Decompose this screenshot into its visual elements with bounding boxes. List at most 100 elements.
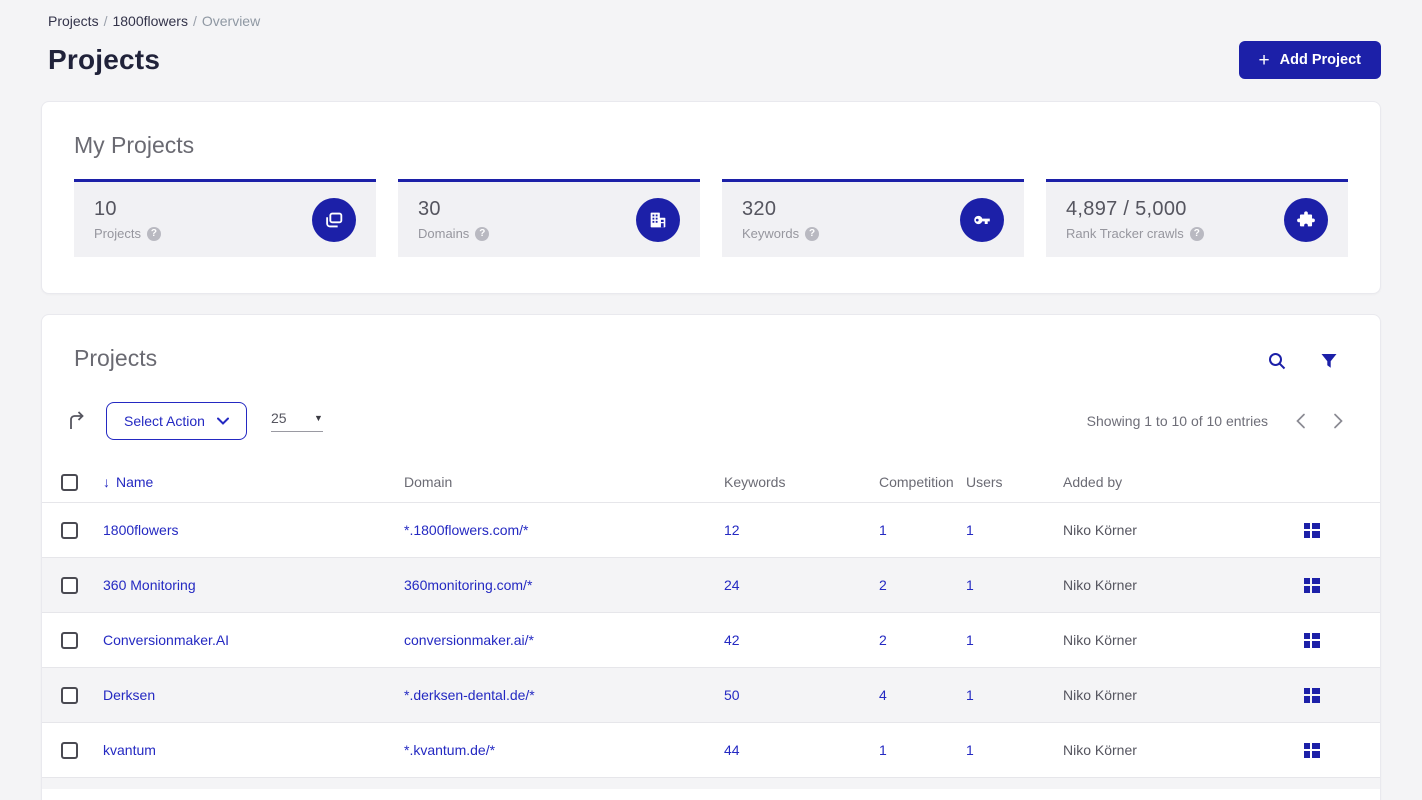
search-icon[interactable]: [1267, 351, 1287, 371]
help-icon[interactable]: ?: [475, 226, 490, 241]
competition-count-link[interactable]: 2: [879, 577, 887, 593]
stat-rank-tracker-label: Rank Tracker crawls: [1066, 226, 1184, 241]
add-project-button[interactable]: + Add Project: [1238, 41, 1381, 79]
keywords-count-link[interactable]: 12: [724, 522, 740, 538]
dashboard-grid-icon[interactable]: [1304, 632, 1320, 648]
column-header-domain[interactable]: Domain: [404, 474, 724, 490]
keywords-count-link[interactable]: 50: [724, 687, 740, 703]
help-icon[interactable]: ?: [1189, 226, 1204, 241]
page: Projects/1800flowers / Overview Projects +…: [0, 0, 1422, 800]
added-by-cell: Niko Körner: [1063, 632, 1137, 648]
table-row: [42, 777, 1380, 789]
dashboard-grid-icon[interactable]: [1304, 687, 1320, 703]
breadcrumb-separator: /: [192, 13, 197, 29]
row-checkbox[interactable]: [61, 741, 78, 759]
row-checkbox[interactable]: [61, 576, 78, 594]
stat-domains-value: 30: [418, 198, 441, 220]
stat-rank-tracker: 4,897 / 5,000 Rank Tracker crawls ?: [1046, 179, 1348, 257]
pagination-next-icon[interactable]: [1333, 413, 1344, 429]
puzzle-icon: [1284, 197, 1328, 242]
column-header-keywords[interactable]: Keywords: [724, 474, 879, 490]
projects-copy-icon: [312, 197, 356, 242]
help-icon[interactable]: ?: [805, 226, 820, 241]
project-name-link[interactable]: 360 Monitoring: [103, 577, 196, 593]
table-row: Conversionmaker.AI conversionmaker.ai/* …: [42, 612, 1380, 667]
project-name-link[interactable]: 1800flowers: [103, 522, 179, 538]
stat-keywords: 320 Keywords ?: [722, 179, 1024, 257]
pagination-prev-icon[interactable]: [1295, 413, 1306, 429]
breadcrumb-1800flowers[interactable]: 1800flowers: [112, 13, 188, 29]
chevron-down-icon: [216, 417, 229, 425]
breadcrumb-projects[interactable]: Projects: [48, 13, 99, 29]
project-name-link[interactable]: kvantum: [103, 742, 156, 758]
export-icon[interactable]: [66, 410, 88, 432]
added-by-cell: Niko Körner: [1063, 742, 1137, 758]
select-all-checkbox[interactable]: [61, 473, 78, 491]
select-action-label: Select Action: [124, 413, 205, 429]
stat-projects-value: 10: [94, 198, 117, 220]
stat-projects: 10 Projects ?: [74, 179, 376, 257]
users-count-link[interactable]: 1: [966, 522, 974, 538]
projects-table-title: Projects: [74, 345, 158, 371]
page-size-select[interactable]: 25 ▼: [270, 410, 323, 432]
stat-keywords-value: 320: [742, 198, 777, 220]
projects-table-card: Projects Select Action 25 ▼ Showing 1 to…: [41, 314, 1381, 800]
stat-rank-tracker-value: 4,897 / 5,000: [1066, 198, 1187, 220]
column-header-users[interactable]: Users: [966, 474, 1063, 490]
table-row: Derksen *.derksen-dental.de/* 50 4 1 Nik…: [42, 667, 1380, 722]
keywords-count-link[interactable]: 44: [724, 742, 740, 758]
users-count-link[interactable]: 1: [966, 742, 974, 758]
project-domain-link[interactable]: *.1800flowers.com/*: [404, 522, 529, 538]
table-row: 360 Monitoring 360monitoring.com/* 24 2 …: [42, 557, 1380, 612]
project-domain-link[interactable]: conversionmaker.ai/*: [404, 632, 534, 648]
project-name-link[interactable]: Derksen: [103, 687, 155, 703]
column-header-competition[interactable]: Competition: [879, 474, 966, 490]
dashboard-grid-icon[interactable]: [1304, 742, 1320, 758]
project-domain-link[interactable]: *.kvantum.de/*: [404, 742, 495, 758]
column-header-added-by[interactable]: Added by: [1063, 474, 1263, 490]
dashboard-grid-icon[interactable]: [1304, 577, 1320, 593]
added-by-cell: Niko Körner: [1063, 687, 1137, 703]
stat-domains: 30 Domains ?: [398, 179, 700, 257]
row-checkbox[interactable]: [61, 686, 78, 704]
dashboard-grid-icon[interactable]: [1304, 522, 1320, 538]
competition-count-link[interactable]: 4: [879, 687, 887, 703]
competition-count-link[interactable]: 2: [879, 632, 887, 648]
project-name-link[interactable]: Conversionmaker.AI: [103, 632, 229, 648]
breadcrumb-separator: /: [103, 13, 108, 29]
select-action-dropdown[interactable]: Select Action: [106, 402, 247, 440]
key-icon: [960, 197, 1004, 242]
stat-keywords-label: Keywords: [742, 226, 800, 241]
table-header-row: ↓ Name Domain Keywords Competition Users…: [42, 462, 1380, 502]
competition-count-link[interactable]: 1: [879, 522, 887, 538]
project-domain-link[interactable]: *.derksen-dental.de/*: [404, 687, 535, 703]
users-count-link[interactable]: 1: [966, 577, 974, 593]
table-row: 1800flowers *.1800flowers.com/* 12 1 1 N…: [42, 502, 1380, 557]
competition-count-link[interactable]: 1: [879, 742, 887, 758]
building-icon: [636, 197, 680, 242]
stat-projects-label: Projects: [94, 226, 141, 241]
plus-icon: +: [1258, 49, 1270, 71]
sort-desc-icon: ↓: [103, 474, 110, 490]
table-row: kvantum *.kvantum.de/* 44 1 1 Niko Körne…: [42, 722, 1380, 777]
users-count-link[interactable]: 1: [966, 687, 974, 703]
row-checkbox[interactable]: [61, 631, 78, 649]
showing-entries-text: Showing 1 to 10 of 10 entries: [1086, 413, 1268, 429]
filter-icon[interactable]: [1320, 351, 1338, 371]
users-count-link[interactable]: 1: [966, 632, 974, 648]
help-icon[interactable]: ?: [146, 226, 161, 241]
stat-domains-label: Domains: [418, 226, 470, 241]
projects-table: ↓ Name Domain Keywords Competition Users…: [42, 462, 1380, 789]
page-title: Projects: [48, 44, 161, 75]
row-checkbox[interactable]: [61, 521, 78, 539]
my-projects-title: My Projects: [74, 132, 195, 158]
project-domain-link[interactable]: 360monitoring.com/*: [404, 577, 532, 593]
added-by-cell: Niko Körner: [1063, 522, 1137, 538]
keywords-count-link[interactable]: 24: [724, 577, 740, 593]
column-header-name[interactable]: ↓ Name: [103, 474, 404, 490]
keywords-count-link[interactable]: 42: [724, 632, 740, 648]
caret-down-icon: ▼: [314, 413, 323, 423]
breadcrumb-overview: Overview: [201, 13, 261, 29]
add-project-label: Add Project: [1279, 52, 1361, 68]
added-by-cell: Niko Körner: [1063, 577, 1137, 593]
